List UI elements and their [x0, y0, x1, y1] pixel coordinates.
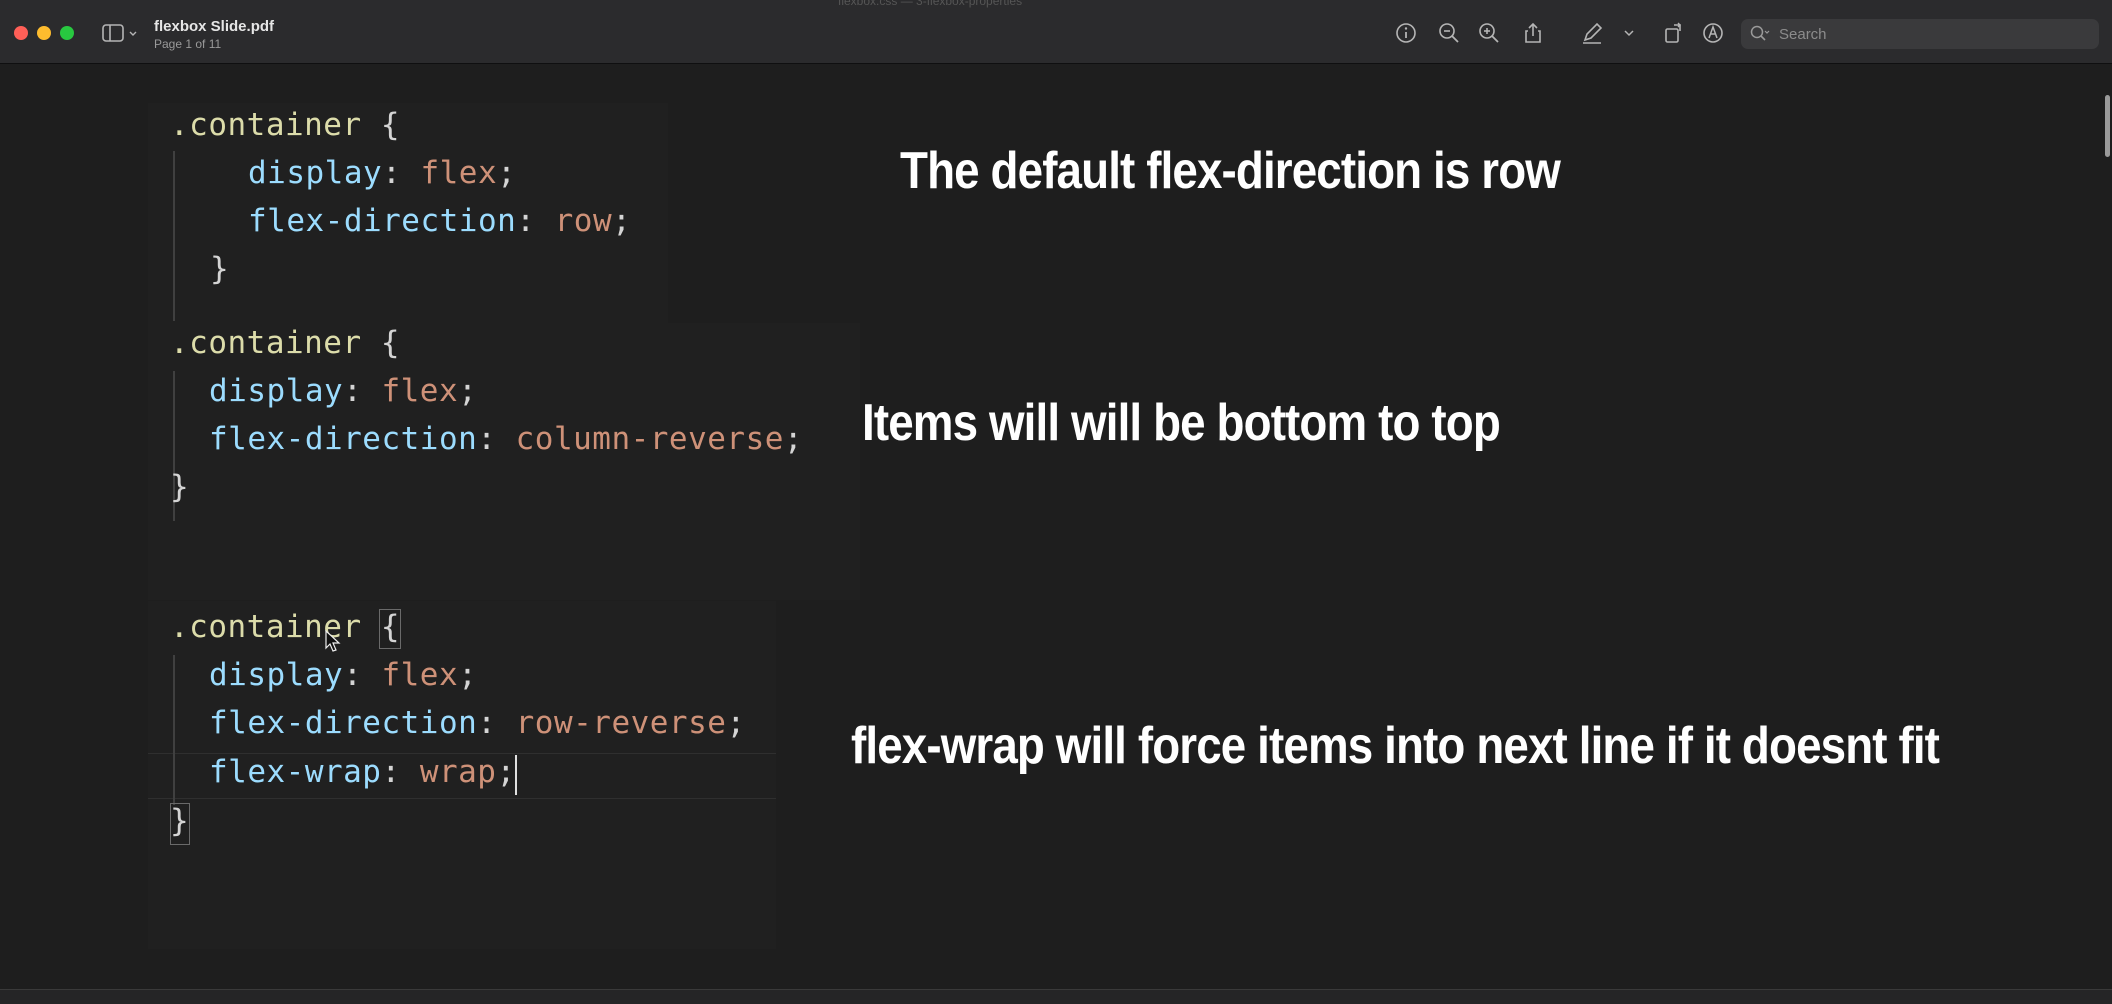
close-window-button[interactable] — [14, 26, 28, 40]
share-icon — [1525, 22, 1541, 43]
info-icon — [1396, 23, 1416, 43]
pdf-page[interactable]: .container { display: flex; flex-directi… — [0, 65, 2112, 989]
code-line-property: flex-wrap: wrap; — [209, 754, 516, 790]
code-line-property: flex-direction: row-reverse; — [209, 705, 746, 741]
code-line-selector: .container { — [170, 107, 400, 143]
share-button[interactable] — [1520, 20, 1546, 46]
code-line-property: display: flex; — [248, 155, 517, 191]
markup-button[interactable] — [1579, 20, 1605, 46]
mouse-pointer-icon — [325, 630, 341, 652]
code-line-property: display: flex; — [209, 373, 478, 409]
search-input[interactable] — [1779, 23, 2079, 45]
document-title: flexbox Slide.pdf — [154, 18, 275, 35]
vertical-scrollbar[interactable] — [2105, 95, 2110, 157]
matching-brace-highlight — [379, 609, 401, 649]
annotate-button[interactable] — [1700, 20, 1726, 46]
background-window-title: flexbox.css — 3-flexbox-properties — [838, 0, 1023, 8]
code-block-2 — [148, 323, 860, 600]
zoom-out-icon — [1439, 23, 1459, 43]
rotate-icon — [1665, 22, 1681, 43]
search-field[interactable] — [1741, 19, 2099, 49]
zoom-out-button[interactable] — [1436, 20, 1462, 46]
indent-guide — [173, 151, 175, 321]
code-line-selector: .container { — [170, 325, 400, 361]
rotate-button[interactable] — [1661, 20, 1687, 46]
window-toolbar: flexbox.css — 3-flexbox-properties flexb… — [0, 0, 2112, 64]
text-cursor — [515, 755, 517, 795]
code-line-close: } — [170, 469, 190, 505]
markup-pen-icon — [1583, 22, 1603, 44]
matching-brace-highlight — [170, 803, 190, 845]
caption-flex-wrap: flex-wrap will force items into next lin… — [851, 717, 1940, 775]
markup-menu-button[interactable] — [1620, 20, 1638, 46]
search-icon — [1750, 25, 1770, 41]
code-line-property: display: flex; — [209, 657, 478, 693]
sidebar-toggle-button[interactable] — [102, 23, 142, 45]
page-indicator: Page 1 of 11 — [154, 37, 222, 51]
minimize-window-button[interactable] — [37, 26, 51, 40]
chevron-down-icon — [1624, 30, 1634, 37]
code-line-property: flex-direction: row; — [248, 203, 632, 239]
caption-column-reverse: Items will will be bottom to top — [862, 394, 1501, 452]
caption-default-direction: The default flex-direction is row — [900, 142, 1561, 200]
zoom-in-icon — [1479, 23, 1499, 43]
annotate-icon — [1703, 23, 1723, 43]
sidebar-icon — [102, 24, 137, 42]
code-line-close: } — [210, 251, 230, 287]
zoom-in-button[interactable] — [1476, 20, 1502, 46]
window-bottom-edge — [0, 989, 2112, 1004]
info-button[interactable] — [1393, 20, 1419, 46]
code-line-property: flex-direction: column-reverse; — [209, 421, 804, 457]
indent-guide — [173, 655, 175, 805]
maximize-window-button[interactable] — [60, 26, 74, 40]
code-line-selector: .container { — [170, 609, 400, 645]
